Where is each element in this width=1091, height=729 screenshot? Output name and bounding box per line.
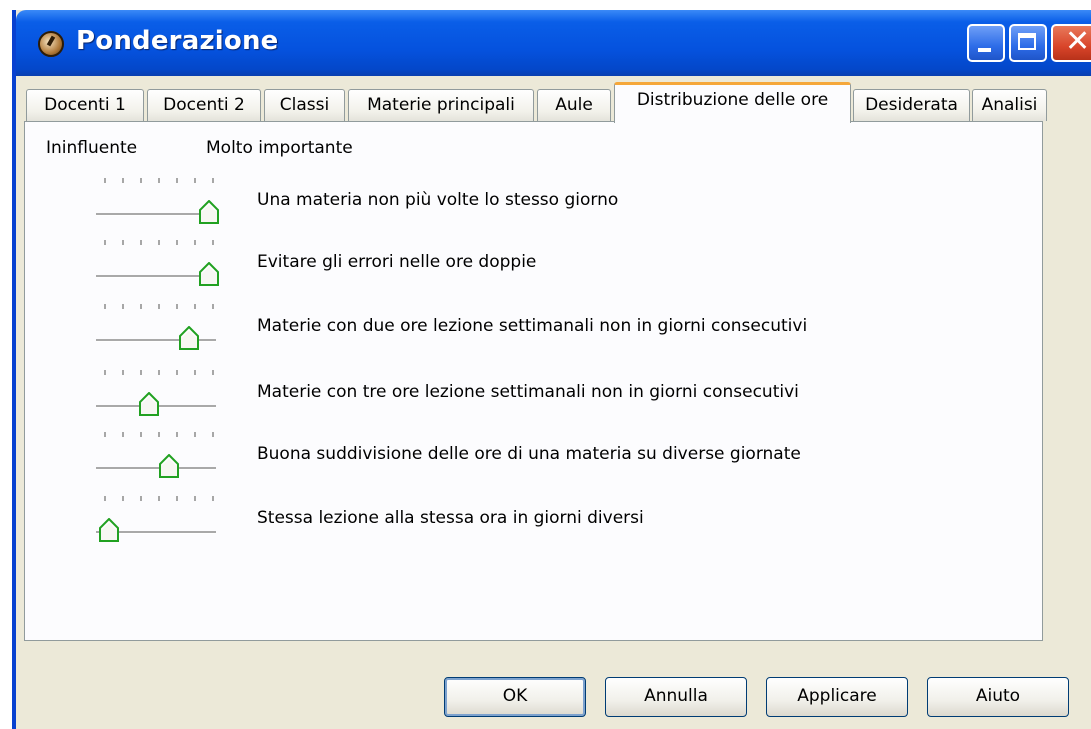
slider-tick <box>158 370 160 375</box>
scale-high-label: Molto importante <box>206 138 353 158</box>
tab-docenti-2[interactable]: Docenti 2 <box>147 89 261 121</box>
slider-thumb[interactable] <box>159 454 179 478</box>
tab-classi[interactable]: Classi <box>264 89 345 121</box>
slider-thumb[interactable] <box>199 200 219 224</box>
apply-button[interactable]: Applicare <box>766 677 908 717</box>
tab-analisi[interactable]: Analisi <box>972 89 1047 121</box>
slider-tick <box>104 370 106 375</box>
close-icon: ✕ <box>1065 24 1091 59</box>
slider-tick <box>194 370 196 375</box>
slider-tick <box>104 496 106 501</box>
slider-tick <box>122 240 124 245</box>
slider-tick <box>194 240 196 245</box>
slider-tick <box>176 432 178 437</box>
slider-row: Materie con tre ore lezione settimanali … <box>96 370 996 416</box>
slider-label: Evitare gli errori nelle ore doppie <box>257 252 537 272</box>
slider-tick <box>140 240 142 245</box>
slider-thumb[interactable] <box>139 392 159 416</box>
slider-tick <box>212 370 214 375</box>
slider-tick <box>140 432 142 437</box>
slider-thumb[interactable] <box>99 518 119 542</box>
tab-distribuzione-delle-ore[interactable]: Distribuzione delle ore <box>614 82 851 123</box>
title-bar[interactable]: Ponderazione ✕ <box>16 10 1091 76</box>
slider-tick <box>158 178 160 183</box>
slider-tick <box>122 432 124 437</box>
slider-tick <box>140 496 142 501</box>
help-button[interactable]: Aiuto <box>927 677 1069 717</box>
slider-label: Una materia non più volte lo stesso gior… <box>257 190 619 210</box>
slider-tick <box>104 178 106 183</box>
tab-desiderata[interactable]: Desiderata <box>853 89 970 121</box>
slider-label: Materie con due ore lezione settimanali … <box>257 316 808 336</box>
slider-tick <box>194 304 196 309</box>
slider-tick <box>122 178 124 183</box>
cancel-button[interactable]: Annulla <box>605 677 747 717</box>
slider-thumb[interactable] <box>179 326 199 350</box>
slider-track[interactable] <box>96 213 216 216</box>
tab-aule[interactable]: Aule <box>537 89 611 121</box>
slider-thumb[interactable] <box>199 262 219 286</box>
slider-tick <box>176 240 178 245</box>
slider-tick <box>104 432 106 437</box>
slider-tick <box>176 370 178 375</box>
slider-row: Evitare gli errori nelle ore doppie <box>96 240 996 286</box>
slider-tick <box>194 178 196 183</box>
tab-materie-principali[interactable]: Materie principali <box>348 89 534 121</box>
slider-label: Buona suddivisione delle ore di una mate… <box>257 444 801 464</box>
slider-tick <box>104 304 106 309</box>
slider-track[interactable] <box>96 467 216 470</box>
slider-tick <box>176 304 178 309</box>
ok-button[interactable]: OK <box>444 677 586 717</box>
close-button[interactable]: ✕ <box>1051 24 1091 62</box>
slider-row: Materie con due ore lezione settimanali … <box>96 304 996 350</box>
slider-tick <box>194 432 196 437</box>
minimize-button[interactable] <box>967 24 1005 62</box>
tab-docenti-1[interactable]: Docenti 1 <box>26 89 144 121</box>
maximize-button[interactable] <box>1009 24 1047 62</box>
slider-row: Una materia non più volte lo stesso gior… <box>96 178 996 224</box>
slider-tick <box>212 178 214 183</box>
slider-tick <box>122 304 124 309</box>
slider-tick <box>212 496 214 501</box>
slider-tick <box>104 240 106 245</box>
slider-label: Stessa lezione alla stessa ora in giorni… <box>257 508 644 528</box>
slider-tick <box>140 178 142 183</box>
slider-tick <box>158 304 160 309</box>
slider-tick <box>194 496 196 501</box>
slider-row: Stessa lezione alla stessa ora in giorni… <box>96 496 996 542</box>
slider-tick <box>176 178 178 183</box>
slider-track[interactable] <box>96 275 216 278</box>
slider-row: Buona suddivisione delle ore di una mate… <box>96 432 996 478</box>
slider-tick <box>176 496 178 501</box>
slider-tick <box>158 432 160 437</box>
slider-tick <box>212 432 214 437</box>
slider-tick <box>122 496 124 501</box>
slider-tick <box>212 304 214 309</box>
slider-tick <box>140 304 142 309</box>
scale-low-label: Ininfluente <box>46 138 138 158</box>
slider-tick <box>122 370 124 375</box>
slider-label: Materie con tre ore lezione settimanali … <box>257 382 799 402</box>
window-title: Ponderazione <box>76 26 279 56</box>
slider-tick <box>158 240 160 245</box>
slider-tick <box>140 370 142 375</box>
slider-tick <box>212 240 214 245</box>
slider-tick <box>158 496 160 501</box>
app-clock-icon <box>38 31 64 57</box>
